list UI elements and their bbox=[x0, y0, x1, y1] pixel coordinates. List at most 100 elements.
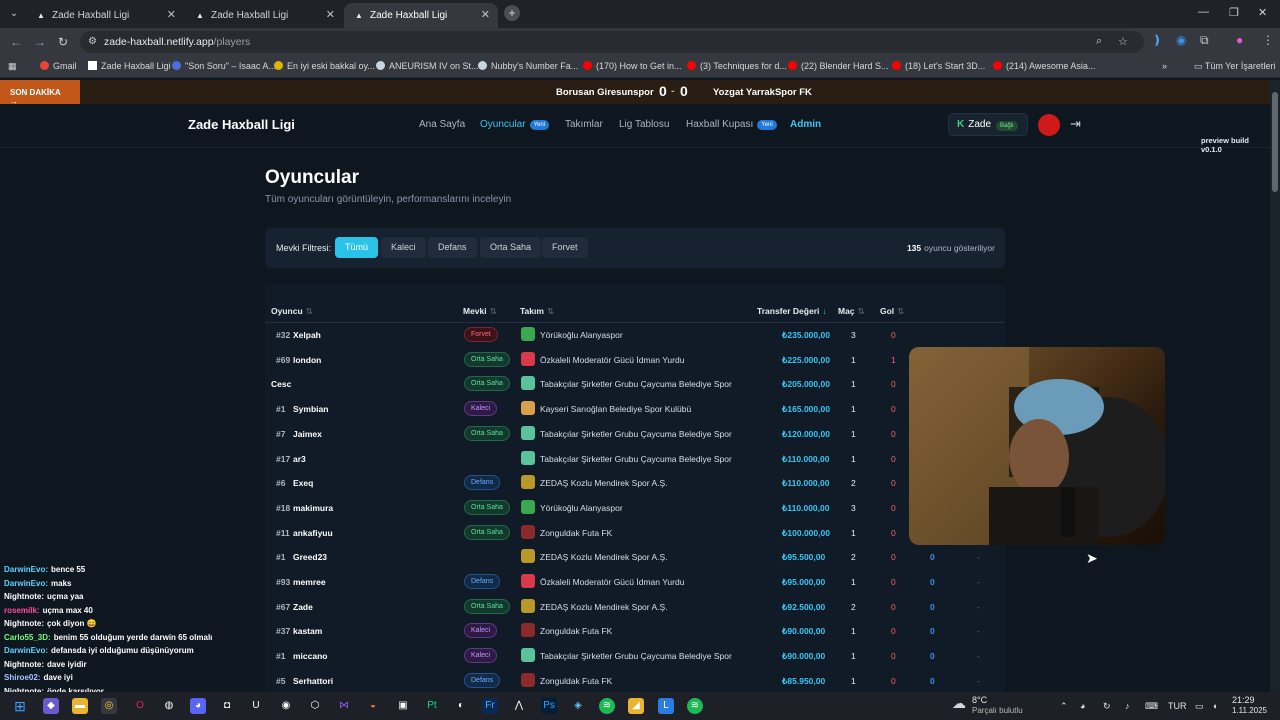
nav-admin[interactable]: Admin bbox=[790, 119, 821, 130]
microphone-icon[interactable]: ♪ bbox=[1125, 701, 1130, 711]
pycharm-icon[interactable]: Pt bbox=[424, 698, 440, 714]
visual-studio-icon[interactable]: ⋈ bbox=[336, 698, 352, 714]
bookmark-star-icon[interactable]: ☆ bbox=[1118, 35, 1128, 48]
chrome-icon[interactable]: ◎ bbox=[101, 698, 117, 714]
table-row[interactable]: #11 ankafiyuu Orta Saha Zonguldak Futa FK ₺1… bbox=[265, 521, 1005, 545]
filter-forward-button[interactable]: Forvet bbox=[542, 237, 588, 258]
app-icon[interactable]: L bbox=[658, 698, 674, 714]
filter-midfield-button[interactable]: Orta Saha bbox=[480, 237, 542, 258]
table-row[interactable]: #67 Zade Orta Saha ZEDAŞ Kozlu Mendirek Spo… bbox=[265, 595, 1005, 619]
app-icon[interactable]: ◢ bbox=[628, 698, 644, 714]
tray-chevron-icon[interactable]: ⌃ bbox=[1060, 701, 1068, 712]
app-icon[interactable]: ⋀ bbox=[511, 698, 527, 714]
github-icon[interactable]: ◉ bbox=[278, 698, 294, 714]
page-scrollbar[interactable] bbox=[1270, 80, 1280, 692]
tab-search-icon[interactable]: ⌄ bbox=[6, 6, 22, 22]
profile-icon[interactable]: ● bbox=[1236, 33, 1243, 47]
col-position[interactable]: Mevki ⇅ bbox=[463, 306, 497, 317]
bookmark-item[interactable]: (170) How to Get in... bbox=[583, 61, 682, 71]
close-tab-icon[interactable]: ✕ bbox=[326, 8, 335, 21]
table-row[interactable]: #6 Exeq Defans ZEDAŞ Kozlu Mendirek Spor A.… bbox=[265, 471, 1005, 495]
file-explorer-icon[interactable]: ▬ bbox=[72, 698, 88, 714]
spotify-icon[interactable]: ≋ bbox=[687, 698, 703, 714]
table-row[interactable]: Cesc Orta Saha Tabakçılar Şirketler Grubu … bbox=[265, 372, 1005, 396]
windows-start-icon[interactable]: ⊞ bbox=[12, 698, 28, 714]
table-row[interactable]: #1 miccano Kaleci Tabakçılar Şirketler Grub… bbox=[265, 644, 1005, 668]
obs-icon[interactable]: ◍ bbox=[161, 698, 177, 714]
forward-icon[interactable]: → bbox=[34, 35, 46, 49]
minimize-icon[interactable]: — bbox=[1198, 6, 1209, 18]
bookmark-item[interactable]: Gmail bbox=[40, 61, 77, 71]
bookmark-item[interactable]: (18) Let's Start 3D... bbox=[892, 61, 985, 71]
browser-tab-1[interactable]: ▲ Zade Haxball Ligi ✕ bbox=[26, 3, 184, 28]
keyboard-icon[interactable]: ⌨ bbox=[1145, 701, 1158, 712]
copilot-icon[interactable]: ◆ bbox=[43, 698, 59, 714]
app-icon[interactable]: ▣ bbox=[395, 698, 411, 714]
address-bar[interactable]: ⚙ zade-haxball.netlify.app/players ⌕ ☆ bbox=[80, 31, 1144, 53]
table-row[interactable]: #69 london Orta Saha Özkaleli Moderatör Güc… bbox=[265, 348, 1005, 372]
table-row[interactable]: #1 Greed23 ZEDAŞ Kozlu Mendirek Spor A.Ş. ₺… bbox=[265, 545, 1005, 569]
table-row[interactable]: #32 Xelpah Forvet Yörükoğlu Alanyaspor ₺235.… bbox=[265, 323, 1005, 347]
photoshop-icon[interactable]: Ps bbox=[541, 698, 557, 714]
table-row[interactable]: #93 memree Defans Özkaleli Moderatör Gücü İ… bbox=[265, 570, 1005, 594]
zoom-search-icon[interactable]: ⌕ bbox=[1096, 35, 1102, 48]
window-close-icon[interactable]: ✕ bbox=[1258, 6, 1267, 19]
col-transfer-value[interactable]: Transfer Değeri ↓ bbox=[757, 306, 827, 316]
bookmark-item[interactable]: "Son Soru" – Isaac A... bbox=[172, 61, 276, 71]
extension-icon[interactable]: ◉ bbox=[1176, 33, 1186, 47]
app-icon[interactable]: ◐ bbox=[453, 698, 469, 714]
filter-all-button[interactable]: Tümü bbox=[335, 237, 379, 258]
col-matches[interactable]: Maç ⇅ bbox=[838, 306, 865, 317]
browser-tab-2[interactable]: ▲ Zade Haxball Ligi ✕ bbox=[185, 3, 343, 28]
unreal-icon[interactable]: U bbox=[248, 698, 264, 714]
bookmark-item[interactable]: Nubby's Number Fa... bbox=[478, 61, 578, 71]
bookmark-item[interactable]: En iyi eski bakkal oy... bbox=[274, 61, 375, 71]
site-info-icon[interactable]: ⚙ bbox=[88, 36, 97, 47]
clock-date[interactable]: 1.11.2025 bbox=[1232, 706, 1267, 715]
table-row[interactable]: #18 makimura Orta Saha Yörükoğlu Alanyaspor… bbox=[265, 496, 1005, 520]
filter-goalkeeper-button[interactable]: Kaleci bbox=[381, 237, 426, 258]
user-chip[interactable]: K Zade Bağlı bbox=[948, 113, 1028, 136]
app-icon[interactable]: ⬡ bbox=[307, 698, 323, 714]
maximize-icon[interactable]: ❐ bbox=[1229, 6, 1239, 19]
back-icon[interactable]: ← bbox=[10, 35, 22, 49]
table-row[interactable]: #37 kastam Kaleci Zonguldak Futa FK ₺90.000,… bbox=[265, 619, 1005, 643]
extensions-puzzle-icon[interactable]: ⧉ bbox=[1200, 33, 1209, 48]
discord-icon[interactable]: ◕ bbox=[190, 698, 206, 714]
nav-cup[interactable]: Haxball Kupası Yeni bbox=[686, 119, 777, 130]
bookmark-item[interactable]: (214) Awesome Asia... bbox=[993, 61, 1095, 71]
weather-desc[interactable]: Parçalı bulutlu bbox=[972, 706, 1023, 715]
table-row[interactable]: #5 Serhattori Defans Zonguldak Futa FK ₺85.9… bbox=[265, 669, 1005, 692]
close-tab-icon[interactable]: ✕ bbox=[167, 8, 176, 21]
logout-icon[interactable]: ⇥ bbox=[1070, 116, 1081, 132]
bookmark-item[interactable]: (22) Blender Hard S... bbox=[788, 61, 889, 71]
breaking-news-label[interactable]: SON DAKİKA → bbox=[0, 80, 80, 106]
more-bookmarks-icon[interactable]: » bbox=[1162, 61, 1167, 71]
nav-league-table[interactable]: Lig Tablosu bbox=[619, 119, 669, 130]
blender-icon[interactable]: ◒ bbox=[365, 698, 381, 714]
extension-icon[interactable]: ❫ bbox=[1152, 33, 1162, 47]
steam-icon[interactable]: ◈ bbox=[570, 698, 586, 714]
close-tab-icon[interactable]: ✕ bbox=[481, 8, 490, 21]
table-row[interactable]: #1 Symbian Kaleci Kayseri Sarıoğlan Belediy… bbox=[265, 397, 1005, 421]
bookmark-item[interactable]: (3) Techniques for d... bbox=[687, 61, 787, 71]
bookmark-item[interactable]: Zade Haxball Ligi bbox=[88, 61, 171, 71]
spotify-icon[interactable]: ≋ bbox=[599, 698, 615, 714]
avatar[interactable] bbox=[1038, 114, 1060, 136]
nav-home[interactable]: Ana Sayfa bbox=[419, 119, 465, 130]
all-bookmarks-folder[interactable]: ▭ Tüm Yer İşaretleri bbox=[1194, 61, 1275, 72]
col-player[interactable]: Oyuncu ⇅ bbox=[271, 306, 313, 317]
app-icon[interactable]: ◘ bbox=[219, 698, 235, 714]
tray-app-icon[interactable]: ↻ bbox=[1103, 701, 1111, 712]
browser-tab-3-active[interactable]: ▲ Zade Haxball Ligi ✕ bbox=[344, 3, 498, 28]
apps-grid-icon[interactable]: ▦ bbox=[8, 61, 17, 72]
menu-kebab-icon[interactable]: ⋮ bbox=[1262, 33, 1274, 47]
new-tab-button[interactable]: + bbox=[504, 5, 520, 21]
site-logo[interactable]: Zade Haxball Ligi bbox=[188, 117, 295, 132]
weather-temp[interactable]: 8°C bbox=[972, 695, 987, 705]
scrollbar-thumb[interactable] bbox=[1272, 92, 1278, 192]
reload-icon[interactable]: ↻ bbox=[58, 35, 68, 49]
language-indicator[interactable]: TUR bbox=[1168, 701, 1187, 711]
table-row[interactable]: #7 Jaimex Orta Saha Tabakçılar Şirketler Gr… bbox=[265, 422, 1005, 446]
bookmark-item[interactable]: ANEURISM IV on St... bbox=[376, 61, 479, 71]
